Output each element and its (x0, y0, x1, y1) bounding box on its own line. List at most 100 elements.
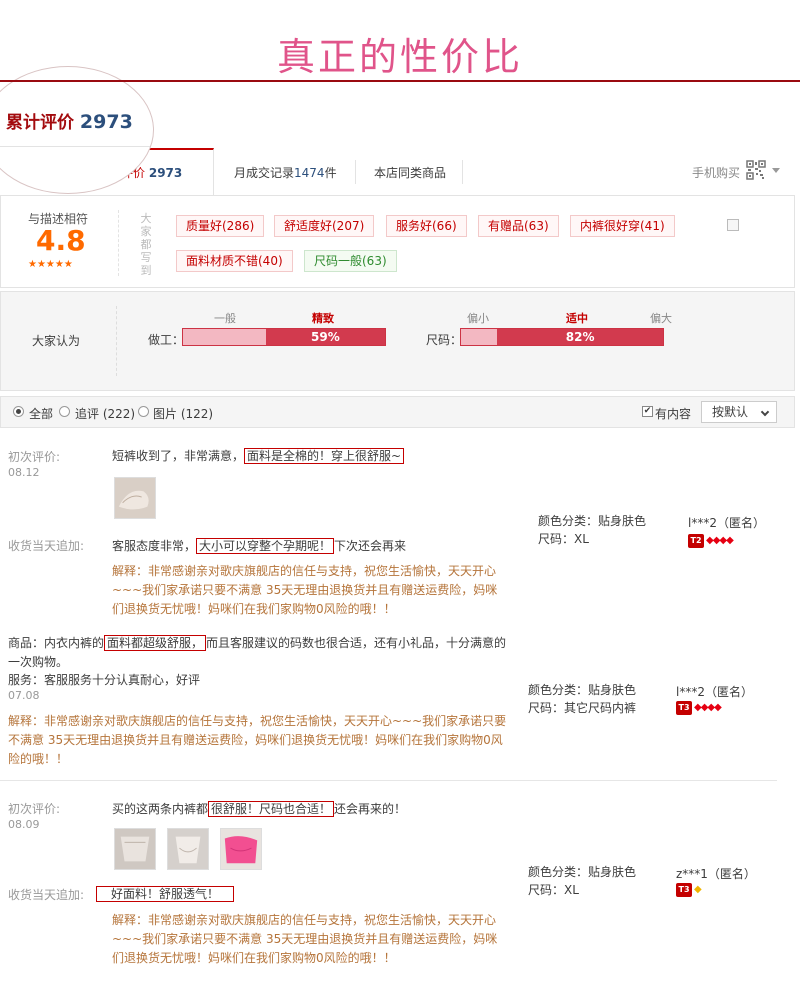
sku-color: 颜色分类：贴身肤色 (528, 683, 637, 697)
highlight-box: 好面料！舒服透气！ (96, 886, 235, 902)
review-text: 买的这两条内裤都 很舒服！尺码也合适！ 还会再来的！ (112, 800, 406, 817)
review-text-part: 还会再来的！ (334, 802, 407, 816)
followup-text: 好面料！舒服透气！ (96, 885, 235, 902)
mobile-buy-link[interactable]: 手机购买 (692, 164, 740, 181)
workmanship-scale-low: 一般 (214, 312, 236, 325)
qr-code-icon[interactable] (746, 160, 766, 180)
size-scale-mid: 适中 (566, 312, 588, 325)
sku-size: 尺码：XL (528, 883, 579, 897)
zoom-total-reviews: 累计评价 2973 (6, 108, 133, 133)
page-headline: 真正的性价比 (276, 35, 523, 79)
highlight-box: 面料是全棉的！穿上很舒服~ (244, 448, 405, 464)
size-scale-low: 偏小 (467, 312, 489, 325)
size-bar: 82% (460, 328, 664, 346)
tab-monthly-unit: 件 (324, 166, 337, 180)
review-divider (0, 780, 777, 781)
filter-followup-label[interactable]: 追评 (222) (75, 405, 135, 422)
seller-reply: ~~~我们家承诺只要不满意 35天无理由退换货并且有赠送运费险，妈咪 (112, 932, 498, 946)
rating-stars: ★★★★★ (28, 259, 73, 270)
tab-divider (355, 160, 356, 184)
seller-reply: 们退换货无忧哦！妈咪们在我们家购物0风险的哦！！ (112, 602, 396, 616)
size-scale-high: 偏大 (650, 312, 672, 325)
product-comment-cont: 一次购物。 (8, 655, 69, 669)
filter-followup-radio[interactable] (59, 406, 70, 417)
has-content-checkbox[interactable]: ✔ (642, 406, 653, 417)
review-photo[interactable] (220, 828, 262, 870)
expand-tags-icon[interactable] (727, 219, 739, 231)
followup-text-part: 下次还会再来 (334, 539, 407, 553)
workmanship-percent: 59% (311, 330, 340, 344)
followup-label: 收货当天追加: (8, 888, 85, 902)
filter-pictures-radio[interactable] (138, 406, 149, 417)
seller-reply: 解释：非常感谢亲对歌庆旗舰店的信任与支持，祝您生活愉快，天天开心 (112, 913, 497, 927)
size-label: 尺码： (426, 333, 463, 347)
sku-color: 颜色分类：贴身肤色 (528, 865, 637, 879)
rating-summary (0, 196, 795, 288)
rating-score: 4.8 (36, 224, 86, 257)
review-photo[interactable] (114, 828, 156, 870)
chevron-down-icon (760, 407, 770, 417)
level-badge: T3 (676, 883, 692, 897)
level-badge: T3 (676, 701, 692, 715)
review-text-part: 买的这两条内裤都 (112, 802, 209, 816)
reviewer-name: z***1（匿名） (676, 867, 756, 881)
review-tag[interactable]: 服务好(66) (386, 215, 467, 237)
review-text: 短裤收到了，非常满意， 面料是全棉的！穿上很舒服~ (112, 447, 405, 464)
seller-reply: 们退换货无忧哦！妈咪们在我们家购物0风险的哦！！ (112, 951, 396, 965)
filter-all-radio[interactable] (13, 406, 24, 417)
followup-text-part: 客服态度非常， (112, 539, 197, 553)
product-comment-part: 而且客服建议的码数也很合适，还有小礼品，十分满意的 (206, 636, 507, 650)
consensus-label: 大家认为 (32, 334, 81, 348)
seller-reply: ~~~我们家承诺只要不满意 35天无理由退换货并且有赠送运费险，妈咪 (112, 583, 498, 597)
highlight-box: 面料都超级舒服， (104, 635, 207, 651)
diamond-rank-icon: ◆ (694, 884, 702, 895)
level-badge: T2 (688, 534, 704, 548)
workmanship-bar: 59% (182, 328, 386, 346)
followup-text: 客服态度非常， 大小可以穿整个孕期呢！ 下次还会再来 (112, 537, 406, 554)
dashed-divider (116, 306, 117, 376)
seller-reply: 解释：非常感谢亲对歌庆旗舰店的信任与支持，祝您生活愉快，天天开心 (112, 564, 497, 578)
dashed-divider (118, 210, 119, 276)
tab-similar-products[interactable]: 本店同类商品 (374, 164, 446, 181)
review-date: 08.12 (8, 466, 40, 479)
review-filters: 全部 追评 (222) 图片 (122) ✔ 有内容 按默认 (0, 396, 795, 428)
workmanship-scale-mid: 精致 (312, 312, 334, 325)
seller-reply: 解释：非常感谢亲对歌庆旗舰店的信任与支持，祝您生活愉快，天天开心~~~我们家承诺… (8, 714, 507, 728)
tags-heading: 大家都写到 (140, 212, 152, 277)
review-tag[interactable]: 面料材质不错(40) (176, 250, 293, 272)
tab-monthly-label: 月成交记录 (234, 166, 295, 180)
workmanship-label: 做工： (148, 333, 185, 347)
sku-size: 尺码：XL (538, 532, 589, 546)
reviewer-name: l***2（匿名） (688, 516, 765, 530)
review-photo[interactable] (167, 828, 209, 870)
diamond-rank-icon: ◆◆◆◆ (706, 535, 734, 546)
review-tag[interactable]: 内裤很好穿(41) (570, 215, 675, 237)
highlight-box: 大小可以穿整个孕期呢！ (196, 538, 335, 554)
review-tag[interactable]: 有赠品(63) (478, 215, 559, 237)
tab-monthly-sales[interactable]: 月成交记录1474件 (234, 164, 337, 181)
tab-divider (462, 160, 463, 184)
review-tag[interactable]: 质量好(286) (176, 215, 265, 237)
review-date: 07.08 (8, 689, 40, 702)
filter-pictures-label[interactable]: 图片 (122) (153, 405, 213, 422)
review-photo[interactable] (114, 477, 156, 519)
review-tag[interactable]: 舒适度好(207) (274, 215, 375, 237)
followup-label: 收货当天追加: (8, 539, 85, 553)
sort-dropdown[interactable]: 按默认 (701, 401, 777, 423)
review-tag-neutral[interactable]: 尺码一般(63) (304, 250, 397, 272)
diamond-rank-icon: ◆◆◆◆ (694, 702, 722, 713)
seller-reply: 不满意 35天无理由退换货并且有赠送运费险，妈咪们退换货无忧哦！妈咪们在我们家购… (8, 733, 503, 747)
review-text-part: 短裤收到了，非常满意， (112, 449, 245, 463)
reviewer-name: l***2（匿名） (676, 685, 753, 699)
seller-reply: 险的哦！！ (8, 752, 69, 766)
chevron-down-icon[interactable] (772, 168, 780, 173)
zoom-label: 累计评价 (6, 113, 74, 133)
filter-all-label[interactable]: 全部 (29, 405, 53, 422)
service-comment: 服务：客服服务十分认真耐心，好评 (8, 673, 201, 687)
product-comment-part: 商品：内衣内裤的 (8, 636, 105, 650)
has-content-label: 有内容 (655, 407, 692, 421)
review-date: 08.09 (8, 818, 40, 831)
sort-label: 按默认 (712, 405, 749, 419)
size-percent: 82% (565, 330, 595, 344)
sku-size: 尺码：其它尺码内裤 (528, 701, 637, 715)
